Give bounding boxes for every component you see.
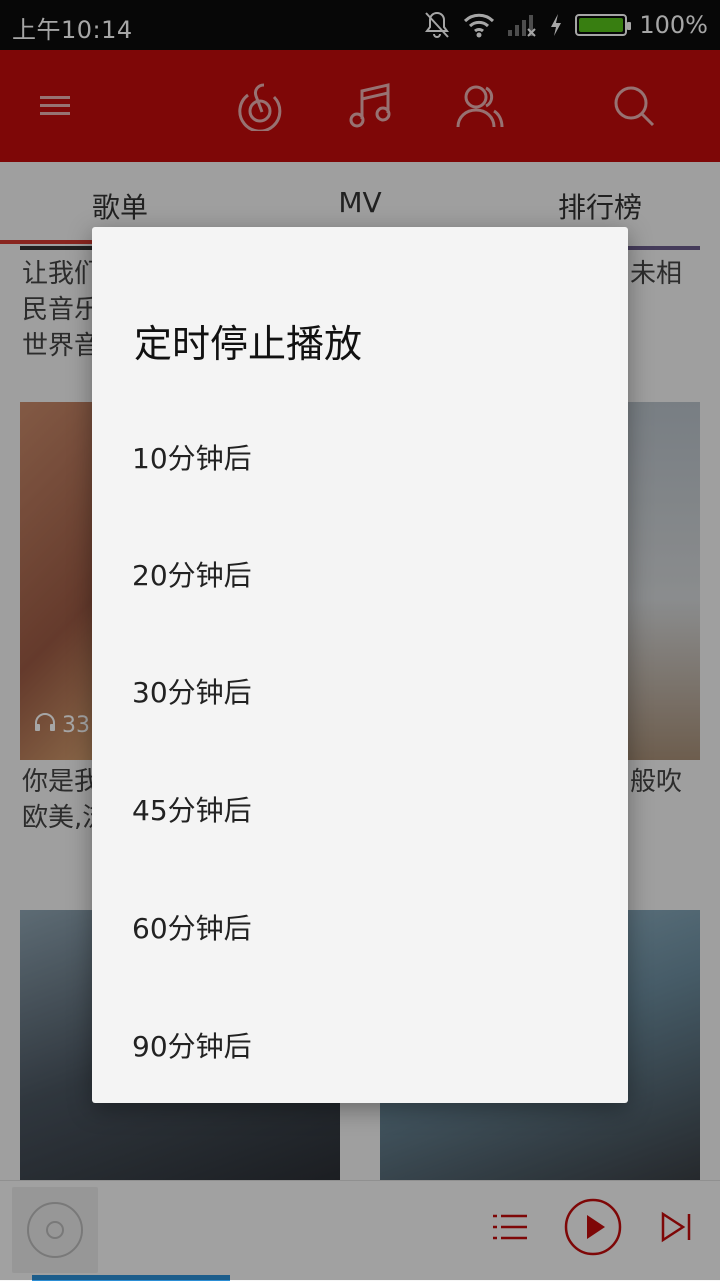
timer-option-90[interactable]: 90分钟后 (92, 985, 628, 1103)
option-label: 90分钟后 (132, 1030, 252, 1063)
option-label: 10分钟后 (132, 442, 252, 475)
timer-option-10[interactable]: 10分钟后 (92, 397, 628, 515)
sleep-timer-dialog: 定时停止播放 10分钟后 20分钟后 30分钟后 45分钟后 60分钟后 90分… (92, 227, 628, 1103)
timer-option-30[interactable]: 30分钟后 (92, 631, 628, 749)
option-label: 45分钟后 (132, 794, 252, 827)
timer-option-45[interactable]: 45分钟后 (92, 749, 628, 867)
timer-option-60[interactable]: 60分钟后 (92, 867, 628, 985)
dialog-title: 定时停止播放 (134, 322, 363, 366)
option-label: 60分钟后 (132, 912, 252, 945)
timer-option-20[interactable]: 20分钟后 (92, 514, 628, 632)
option-label: 20分钟后 (132, 559, 252, 592)
option-label: 30分钟后 (132, 676, 252, 709)
